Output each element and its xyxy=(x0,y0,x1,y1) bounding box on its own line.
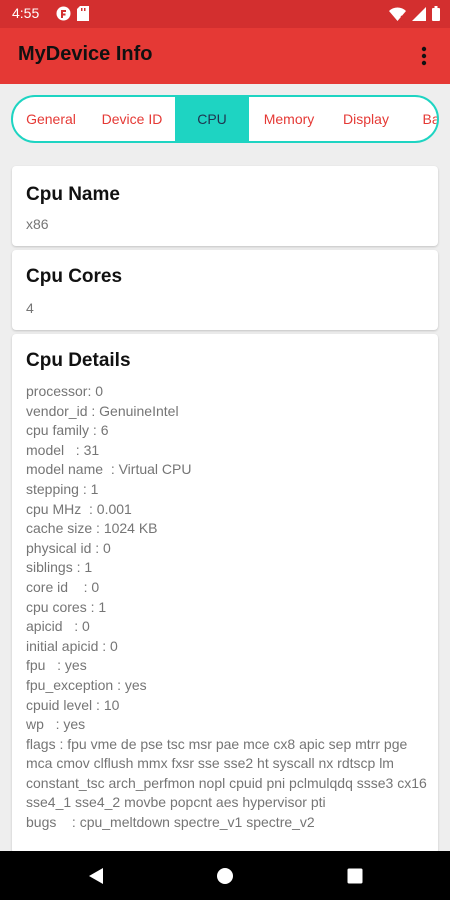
tab-battery[interactable]: Bat xyxy=(403,97,437,141)
app-title: MyDevice Info xyxy=(18,43,153,65)
tab-display[interactable]: Display xyxy=(329,97,403,141)
more-vert-icon[interactable] xyxy=(406,38,442,74)
detail-line: cpuid level : 10 xyxy=(26,696,120,713)
tab-strip: General Device ID CPU Memory Display Bat xyxy=(11,95,439,143)
detail-line: apicid : 0 xyxy=(26,618,90,635)
home-circle-icon[interactable] xyxy=(211,863,239,889)
detail-line: physical id : 0 xyxy=(26,539,111,556)
tab-device-id[interactable]: Device ID xyxy=(89,97,175,141)
detail-line: stepping : 1 xyxy=(26,480,99,497)
cpu-name-value: x86 xyxy=(26,216,49,232)
detail-line: core id : 0 xyxy=(26,578,100,595)
battery-icon xyxy=(432,6,440,26)
cpu-name-card: Cpu Name x86 xyxy=(12,166,438,246)
tab-memory[interactable]: Memory xyxy=(249,97,329,141)
cpu-details-body: processor: 0 vendor_id : GenuineIntel cp… xyxy=(26,382,428,833)
cpu-name-title: Cpu Name xyxy=(26,184,120,205)
detail-bugs: bugs : cpu_meltdown spectre_v1 spectre_v… xyxy=(26,814,315,831)
detail-line: initial apicid : 0 xyxy=(26,637,118,654)
wifi-icon xyxy=(389,6,406,26)
detail-line: vendor_id : GenuineIntel xyxy=(26,402,179,419)
notification-icon xyxy=(56,6,71,26)
detail-flags: flags : fpu vme de pse tsc msr pae mce c… xyxy=(26,735,427,811)
recents-square-icon[interactable] xyxy=(341,863,369,889)
cpu-details-title: Cpu Details xyxy=(26,350,131,371)
detail-line: cpu cores : 1 xyxy=(26,598,107,615)
detail-line: cache size : 1024 KB xyxy=(26,520,158,537)
status-time: 4:55 xyxy=(12,5,40,21)
tab-general[interactable]: General xyxy=(13,97,89,141)
status-bar: 4:55 xyxy=(0,0,450,28)
detail-line: model name : Virtual CPU xyxy=(26,461,192,478)
cpu-details-card: Cpu Details processor: 0 vendor_id : Gen… xyxy=(12,334,438,854)
cpu-cores-value: 4 xyxy=(26,300,34,316)
detail-line: processor: 0 xyxy=(26,383,104,399)
back-triangle-icon[interactable] xyxy=(82,863,110,889)
status-right-icons xyxy=(389,6,440,26)
detail-line: fpu_exception : yes xyxy=(26,676,147,693)
cpu-cores-title: Cpu Cores xyxy=(26,266,123,287)
detail-line: siblings : 1 xyxy=(26,559,93,576)
cpu-cores-card: Cpu Cores 4 xyxy=(12,250,438,330)
detail-line: fpu : yes xyxy=(26,657,87,674)
signal-icon xyxy=(412,6,426,26)
detail-line: cpu MHz : 0.001 xyxy=(26,500,132,517)
detail-line: cpu family : 6 xyxy=(26,422,109,439)
detail-line: wp : yes xyxy=(26,716,86,733)
status-left-icons xyxy=(56,6,89,26)
nav-bar xyxy=(0,851,450,900)
app-bar: MyDevice Info xyxy=(0,28,450,84)
detail-line: model : 31 xyxy=(26,441,100,458)
tab-cpu[interactable]: CPU xyxy=(175,97,249,141)
sd-card-icon xyxy=(77,6,89,26)
